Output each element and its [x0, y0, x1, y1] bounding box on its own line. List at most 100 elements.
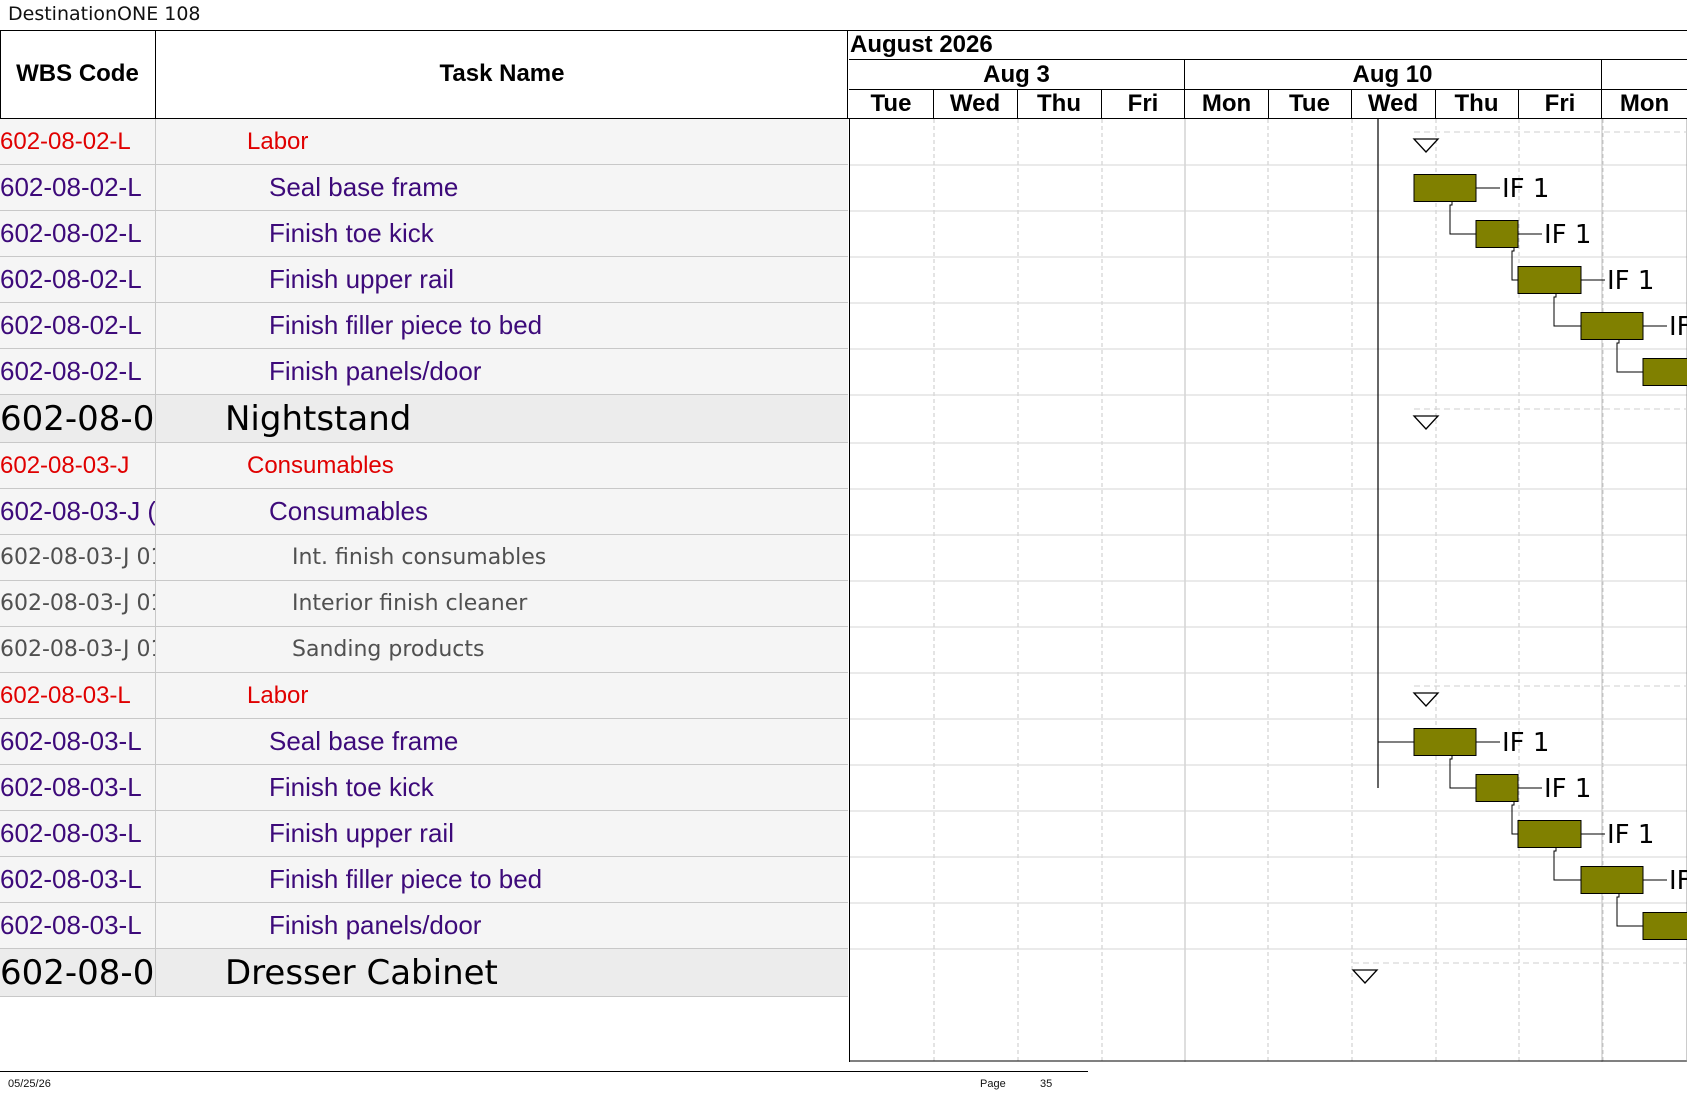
summary-marker-icon[interactable] [1412, 415, 1440, 430]
table-row[interactable]: 602-08-03-J Consumables [0, 443, 848, 489]
task-bar[interactable] [1642, 358, 1687, 386]
table-row[interactable]: 602-08-02-L Finish panels/door [0, 349, 848, 395]
summary-marker-icon[interactable] [1412, 138, 1440, 153]
dependency-link [1449, 201, 1476, 235]
wbs-code-cell: 602-08-02-L [0, 257, 156, 302]
table-row[interactable]: 602-08-03-L Finish filler piece to bed [0, 857, 848, 903]
wbs-code-cell: 602-08-02-L [0, 211, 156, 256]
task-name-cell: Finish panels/door [269, 910, 482, 940]
wbs-code-cell: 602-08-03-L [0, 719, 156, 764]
dependency-link [1616, 339, 1643, 373]
bar-label: IF [1669, 312, 1687, 342]
bar-label: IF 1 [1502, 728, 1549, 758]
wbs-code-cell: 602-08-04 [0, 949, 156, 996]
task-name-cell: Finish toe kick [269, 772, 434, 802]
task-name-cell: Seal base frame [269, 172, 459, 202]
table-row[interactable]: 602-08-03-L Seal base frame [0, 719, 848, 765]
task-name-cell: Seal base frame [269, 726, 459, 756]
wbs-code-cell: 602-08-02-L [0, 119, 156, 164]
bar-label: IF 1 [1607, 820, 1654, 850]
timescale-month: August 2026 [850, 31, 993, 58]
table-row[interactable]: 602-08-03-L Labor [0, 673, 848, 719]
table-row[interactable]: 602-08-02-L Labor [0, 119, 848, 165]
dependency-link [1616, 893, 1643, 927]
timescale-day: Fri [1544, 90, 1576, 117]
task-bar[interactable] [1517, 820, 1582, 848]
dependency-link [1511, 801, 1518, 835]
task-name-cell: Finish panels/door [269, 356, 482, 386]
task-bar[interactable] [1642, 912, 1687, 940]
table-row[interactable]: 602-08-03-L Finish panels/door [0, 903, 848, 949]
wbs-code-cell: 602-08-03-J 01 [0, 535, 156, 580]
wbs-code-cell: 602-08-03-J 01 [0, 627, 156, 672]
table-row[interactable]: 602-08-02-L Finish toe kick [0, 211, 848, 257]
task-name-cell: Finish filler piece to bed [269, 864, 543, 894]
wbs-code-cell: 602-08-03-L [0, 857, 156, 902]
bar-label: IF 1 [1544, 774, 1591, 804]
timescale-day: Mon [1201, 90, 1252, 117]
table-row[interactable]: 602-08-02-L Seal base frame [0, 165, 848, 211]
table-row[interactable]: 602-08-04 Dresser Cabinet [0, 949, 848, 997]
task-name-cell: Labor [247, 127, 309, 155]
footer-page-number: 35 [1040, 1078, 1053, 1090]
task-name-cell: Interior finish cleaner [292, 591, 528, 616]
wbs-code-cell: 602-08-03 [0, 395, 156, 442]
table-row[interactable]: 602-08-03-J 01 Interior finish cleaner [0, 581, 848, 627]
wbs-code-cell: 602-08-03-J ( [0, 489, 156, 534]
dependency-link [1511, 247, 1518, 281]
bar-label: IF 1 [1607, 266, 1654, 296]
dependency-link [1553, 847, 1581, 881]
dependency-link [1377, 721, 1414, 743]
task-name-cell: Sanding products [292, 637, 485, 662]
task-name-cell: Labor [247, 681, 309, 709]
table-row[interactable]: 602-08-03-J ( Consumables [0, 489, 848, 535]
task-name-cell: Consumables [269, 496, 428, 526]
gantt-chart-frame: WBS Code Task Name August 2026 Aug 3 Aug… [0, 30, 1687, 1062]
table-row[interactable]: 602-08-03-L Finish upper rail [0, 811, 848, 857]
footer-date: 05/25/26 [8, 1078, 51, 1090]
task-bar[interactable] [1413, 174, 1477, 202]
task-name-cell: Finish toe kick [269, 218, 434, 248]
timescale-day: Wed [1367, 90, 1419, 117]
task-bar[interactable] [1517, 266, 1582, 294]
wbs-code-cell: 602-08-03-L [0, 903, 156, 948]
task-bar[interactable] [1475, 774, 1519, 802]
table-row[interactable]: 602-08-02-L Finish filler piece to bed [0, 303, 848, 349]
timescale-day: Thu [1454, 90, 1499, 117]
task-name-cell: Dresser Cabinet [225, 952, 498, 993]
table-row[interactable]: 602-08-03 Nightstand [0, 395, 848, 443]
table-row[interactable]: 602-08-03-L Finish toe kick [0, 765, 848, 811]
task-bar[interactable] [1413, 728, 1477, 756]
timescale-day: Tue [1289, 90, 1330, 117]
task-bar[interactable] [1580, 312, 1644, 340]
document-title: DestinationONE 108 [8, 3, 201, 25]
gantt-grid: IF 1 IF 1 IF 1 IF IF 1 IF 1 IF 1 IF [850, 119, 1687, 1062]
dependency-link [1553, 293, 1581, 327]
task-name-cell: Finish filler piece to bed [269, 310, 543, 340]
table-row[interactable]: 602-08-03-J 01 Sanding products [0, 627, 848, 673]
wbs-code-cell: 602-08-03-L [0, 673, 156, 718]
table-row[interactable]: 602-08-03-J 01 Int. finish consumables [0, 535, 848, 581]
timescale-week: Aug 10 [1352, 61, 1433, 88]
summary-marker-icon[interactable] [1351, 969, 1379, 984]
summary-marker-icon[interactable] [1412, 692, 1440, 707]
bar-label: IF 1 [1502, 174, 1549, 204]
wbs-code-header[interactable]: WBS Code [0, 30, 156, 118]
timescale-day: Fri [1127, 90, 1159, 117]
task-name-cell: Consumables [247, 451, 394, 479]
task-bar[interactable] [1580, 866, 1644, 894]
table-row[interactable]: 602-08-02-L Finish upper rail [0, 257, 848, 303]
wbs-code-cell: 602-08-02-L [0, 165, 156, 210]
timescale-day: Thu [1037, 90, 1081, 117]
wbs-code-cell: 602-08-03-L [0, 765, 156, 810]
task-name-header[interactable]: Task Name [157, 30, 848, 118]
gantt-timeline: IF 1 IF 1 IF 1 IF IF 1 IF 1 IF 1 IF [849, 119, 1687, 1062]
dependency-link [1449, 755, 1476, 789]
wbs-code-cell: 602-08-03-J [0, 443, 156, 488]
task-name-cell: Finish upper rail [269, 818, 454, 848]
task-name-cell: Finish upper rail [269, 264, 454, 294]
wbs-code-cell: 602-08-03-L [0, 811, 156, 856]
task-bar[interactable] [1475, 220, 1519, 248]
task-name-cell: Int. finish consumables [292, 545, 547, 570]
timescale-day: Mon [1619, 90, 1670, 117]
